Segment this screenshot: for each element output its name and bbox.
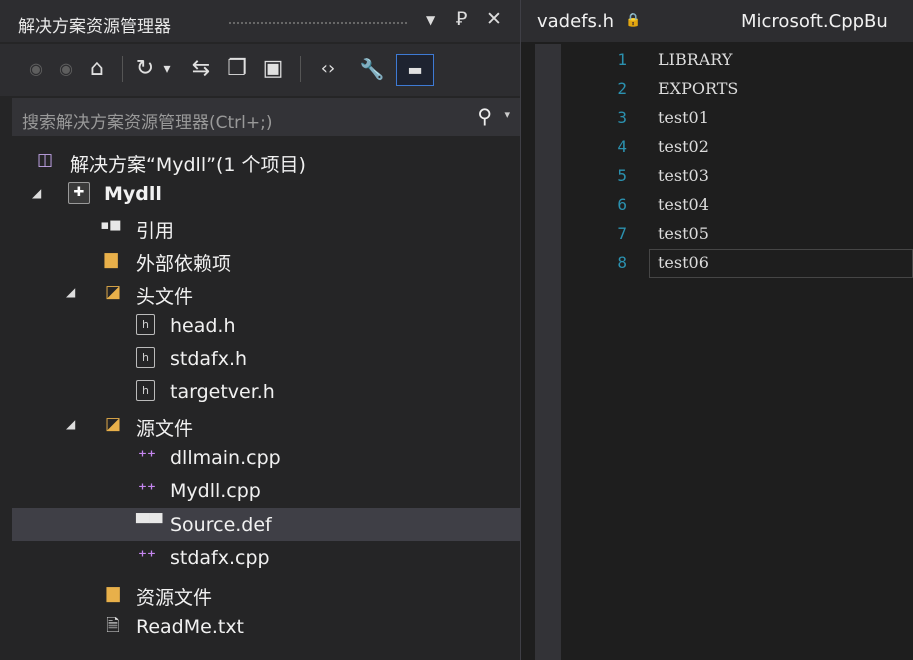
- tree-item-file[interactable]: ⁺⁺ dllmain.cpp: [12, 441, 520, 474]
- back-icon[interactable]: ◉: [24, 54, 48, 84]
- tree-item-label: head.h: [170, 315, 236, 337]
- pin-icon[interactable]: Ꝑ: [456, 8, 467, 30]
- solution-icon: ◫: [36, 150, 54, 170]
- tree-item-readme[interactable]: 🗎 ReadMe.txt: [12, 610, 520, 643]
- tree-item-label: stdafx.cpp: [170, 547, 270, 569]
- code-line[interactable]: test04: [658, 195, 709, 214]
- text-file-icon: 🗎: [106, 616, 120, 636]
- tree-item-resource-files[interactable]: ▆ 资源文件: [12, 577, 520, 610]
- search-icon[interactable]: ⚲: [477, 104, 492, 128]
- tree-item-label: targetver.h: [170, 381, 275, 403]
- tree-item-file[interactable]: ⁺⁺ stdafx.cpp: [12, 541, 520, 574]
- close-icon[interactable]: ✕: [486, 8, 502, 30]
- code-editor[interactable]: vadefs.h 🔒 Microsoft.CppBu 1 LIBRARY 2 E…: [521, 0, 913, 660]
- expand-arrow-icon[interactable]: ◢: [32, 186, 41, 200]
- cpp-file-icon: ⁺⁺: [138, 547, 156, 567]
- line-number: 5: [617, 166, 627, 185]
- tab-microsoft-cppbuild[interactable]: Microsoft.CppBu: [741, 11, 888, 32]
- tree-item-label: 引用: [136, 220, 175, 242]
- code-line[interactable]: test02: [658, 137, 709, 156]
- folder-icon: ◪: [104, 282, 122, 302]
- collapse-all-icon[interactable]: ❐: [222, 54, 252, 84]
- tree-item-label: Mydll.cpp: [170, 480, 261, 502]
- search-input[interactable]: 搜索解决方案资源管理器(Ctrl+;): [22, 108, 272, 133]
- line-number: 7: [617, 224, 627, 243]
- tab-vadefs[interactable]: vadefs.h: [537, 11, 614, 32]
- external-deps-icon: ▆: [104, 249, 118, 269]
- tree-item-label: stdafx.h: [170, 348, 248, 370]
- toolbar-separator: [122, 56, 123, 82]
- references-icon: ▪■: [100, 218, 122, 233]
- tree-item-file[interactable]: ⁺⁺ Mydll.cpp: [12, 474, 520, 507]
- home-icon[interactable]: ⌂: [82, 54, 112, 84]
- tree-item-file[interactable]: h targetver.h: [12, 375, 520, 408]
- line-number: 1: [617, 50, 627, 69]
- view-code-icon[interactable]: ‹›: [308, 54, 348, 84]
- code-line[interactable]: test05: [658, 224, 709, 243]
- expand-arrow-icon[interactable]: ◢: [66, 417, 75, 431]
- lock-icon: 🔒: [625, 13, 642, 28]
- folder-icon: ◪: [104, 414, 122, 434]
- tree-item-label: 解决方案“Mydll”(1 个项目): [70, 154, 306, 176]
- tree-item-file-selected[interactable]: ▀▀ Source.def: [12, 508, 520, 541]
- solution-search-box[interactable]: 搜索解决方案资源管理器(Ctrl+;) ⚲ ▾: [12, 98, 520, 136]
- project-icon: ✚: [68, 182, 90, 204]
- window-position-dropdown-icon[interactable]: ▼: [426, 13, 435, 27]
- toolbar-separator: [300, 56, 301, 82]
- expand-arrow-icon[interactable]: ◢: [66, 285, 75, 299]
- solution-explorer-panel: 解决方案资源管理器 ▼ Ꝑ ✕ ◉ ◉ ⌂ ↻ ▾ ⇆ ❐ ▣ ‹› 🔧 ▬ 搜…: [0, 0, 521, 660]
- header-file-icon: h: [136, 380, 155, 401]
- code-line[interactable]: test03: [658, 166, 709, 185]
- tree-item-label: 外部依赖项: [136, 253, 232, 275]
- tree-item-source-files[interactable]: ◢ ◪ 源文件: [12, 408, 520, 441]
- line-number: 4: [617, 137, 627, 156]
- cpp-file-icon: ⁺⁺: [138, 447, 156, 467]
- tree-item-file[interactable]: h stdafx.h: [12, 342, 520, 375]
- header-file-icon: h: [136, 314, 155, 335]
- show-all-files-icon[interactable]: ▣: [258, 54, 288, 84]
- tree-item-label: Mydll: [104, 183, 162, 205]
- forward-icon[interactable]: ◉: [54, 54, 78, 84]
- sync-with-document-icon[interactable]: ⇆: [186, 54, 216, 84]
- tree-item-label: dllmain.cpp: [170, 447, 281, 469]
- code-line[interactable]: LIBRARY: [658, 50, 732, 69]
- solution-explorer-toolbar: ◉ ◉ ⌂ ↻ ▾ ⇆ ❐ ▣ ‹› 🔧 ▬: [0, 44, 520, 96]
- tree-item-solution[interactable]: ◫ 解决方案“Mydll”(1 个项目): [12, 144, 520, 177]
- chevron-down-icon[interactable]: ▾: [160, 54, 174, 84]
- drag-grip[interactable]: [228, 21, 408, 26]
- tree-item-file[interactable]: h head.h: [12, 309, 520, 342]
- folder-icon: ▆: [106, 583, 120, 603]
- header-file-icon: h: [136, 347, 155, 368]
- tree-item-label: 头文件: [136, 286, 194, 308]
- panel-title-bar: 解决方案资源管理器 ▼ Ꝑ ✕: [0, 0, 520, 42]
- editor-tab-strip: vadefs.h 🔒 Microsoft.CppBu: [521, 0, 913, 42]
- properties-wrench-icon[interactable]: 🔧: [354, 54, 390, 84]
- code-line[interactable]: test06: [658, 253, 709, 272]
- tree-item-label: 源文件: [136, 418, 194, 440]
- tree-item-label: Source.def: [170, 514, 272, 536]
- search-options-dropdown-icon[interactable]: ▾: [504, 108, 510, 121]
- code-line[interactable]: test01: [658, 108, 709, 127]
- preview-selected-items-icon[interactable]: ▬: [396, 54, 434, 86]
- pending-changes-filter-icon[interactable]: ↻: [130, 54, 160, 84]
- indicator-margin: [535, 44, 561, 660]
- tree-item-external-deps[interactable]: ▆ 外部依赖项: [12, 243, 520, 276]
- tree-item-label: 资源文件: [136, 587, 213, 609]
- tree-item-project[interactable]: ◢ ✚ Mydll: [12, 177, 520, 210]
- line-number: 6: [617, 195, 627, 214]
- tree-item-references[interactable]: ▪■ 引用: [12, 210, 520, 243]
- tree-item-label: ReadMe.txt: [136, 616, 245, 638]
- line-number: 8: [617, 253, 627, 272]
- line-number: 2: [617, 79, 627, 98]
- def-file-icon: ▀▀: [136, 514, 163, 534]
- line-number: 3: [617, 108, 627, 127]
- code-line[interactable]: EXPORTS: [658, 79, 738, 98]
- cpp-file-icon: ⁺⁺: [138, 480, 156, 500]
- tree-item-header-files[interactable]: ◢ ◪ 头文件: [12, 276, 520, 309]
- panel-title: 解决方案资源管理器: [18, 17, 171, 37]
